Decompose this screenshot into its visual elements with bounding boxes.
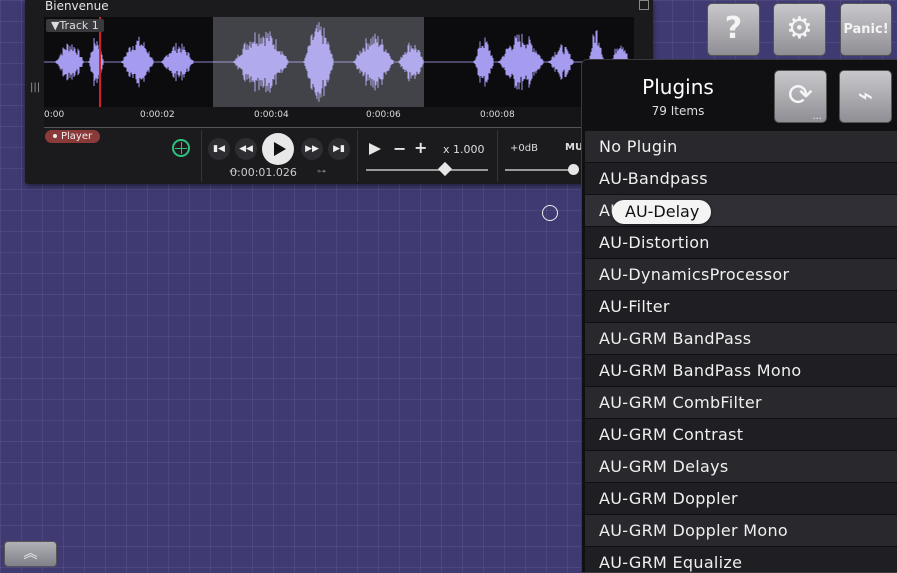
plugin-list-item[interactable]: AU-Bandpass — [585, 163, 897, 194]
timeline-tick: 0:00:04 — [254, 110, 289, 120]
timeline-tick: 0:00:02 — [140, 110, 175, 120]
plugin-list-item[interactable]: AU-GRM BandPass Mono — [585, 355, 897, 386]
refresh-button[interactable]: ⟳ ... — [774, 70, 827, 123]
position-end-icon: ⊶ — [317, 167, 326, 177]
window-resize-icon[interactable] — [639, 0, 649, 10]
refresh-icon: ⟳ — [787, 78, 814, 113]
help-button[interactable]: ? — [707, 3, 760, 56]
plugin-list: No PluginAU-Bandpass AU-Delay AU-Distortio… — [585, 131, 897, 572]
plugins-panel: Plugins 79 Items ⟳ ... ⌁ No Plugin AU-Ban… — [581, 59, 897, 573]
timeline-tick: 0:00:08 — [480, 110, 515, 120]
track-label[interactable]: ▼Track 1 — [46, 19, 104, 32]
plugin-list-item[interactable]: AU-Distortion — [585, 227, 897, 258]
expand-up-button[interactable]: ︽ — [4, 541, 57, 567]
drag-tooltip: AU-Delay — [612, 200, 712, 224]
panel-title: Plugins — [642, 75, 714, 99]
item-count: 79 Items — [651, 104, 705, 118]
rate-slider-knob[interactable] — [437, 161, 453, 177]
more-icon: ... — [812, 111, 822, 122]
plugin-list-item[interactable]: AU-DynamicsProcessor — [585, 259, 897, 290]
play-button[interactable] — [262, 133, 294, 165]
selection-region[interactable] — [213, 17, 424, 107]
position-readout: 0:00:01.026 — [230, 166, 297, 179]
gear-icon[interactable]: ⚙ — [773, 3, 826, 56]
plugin-list-item[interactable]: AU-GRM Doppler Mono — [585, 515, 897, 546]
player-badge[interactable]: Player — [45, 130, 101, 143]
rate-play-icon[interactable] — [369, 143, 381, 155]
skip-to-start-button[interactable]: ▮◀ — [208, 138, 230, 160]
sync-crosshair-icon[interactable] — [172, 139, 190, 157]
plugin-list-item[interactable]: No Plugin — [585, 131, 897, 162]
plugin-list-item[interactable]: AU-GRM Contrast — [585, 419, 897, 450]
fast-forward-button[interactable]: ▶▶ — [301, 138, 323, 160]
divider — [201, 130, 202, 182]
timeline-tick: 0:00:06 — [366, 110, 401, 120]
rate-readout: x 1.000 — [443, 143, 485, 156]
curve-editor-button[interactable]: ⌁ — [839, 70, 892, 123]
skip-to-end-button[interactable]: ▶▮ — [328, 138, 350, 160]
gain-slider-knob[interactable] — [568, 164, 579, 175]
divider — [497, 130, 498, 182]
rate-decrease-button[interactable]: − — [393, 139, 406, 158]
divider — [44, 127, 634, 128]
plugin-list-item[interactable]: AU-GRM Delays — [585, 451, 897, 482]
timeline-ruler[interactable]: 0:00 0:00:02 0:00:04 0:00:06 0:00:08 — [44, 107, 634, 127]
player-window: Bienvenue ||| ▼Track 1 0:00 0:00:02 0:00… — [25, 0, 653, 184]
cursor-icon — [542, 205, 558, 221]
plugin-list-item[interactable]: AU-GRM BandPass — [585, 323, 897, 354]
plugin-list-item[interactable]: AU-GRM Equalize — [585, 547, 897, 572]
rate-slider-track[interactable] — [366, 169, 488, 171]
gain-readout: +0dB — [510, 143, 538, 154]
player-title: Bienvenue — [45, 0, 109, 13]
gain-slider-track[interactable] — [505, 169, 575, 171]
curve-icon: ⌁ — [857, 81, 874, 111]
drag-handle-icon[interactable]: ||| — [30, 82, 40, 93]
waveform-view[interactable]: ▼Track 1 — [44, 17, 634, 107]
divider — [357, 130, 358, 182]
panic-button[interactable]: Panic! — [840, 3, 892, 56]
plugin-list-item[interactable]: AU-Filter — [585, 291, 897, 322]
plugin-list-item[interactable]: AU-GRM Doppler — [585, 483, 897, 514]
timeline-tick: 0:00 — [44, 110, 65, 120]
plugin-list-item[interactable]: AU-GRM CombFilter — [585, 387, 897, 418]
rate-increase-button[interactable]: + — [414, 138, 427, 157]
rewind-button[interactable]: ◀◀ — [235, 138, 257, 160]
